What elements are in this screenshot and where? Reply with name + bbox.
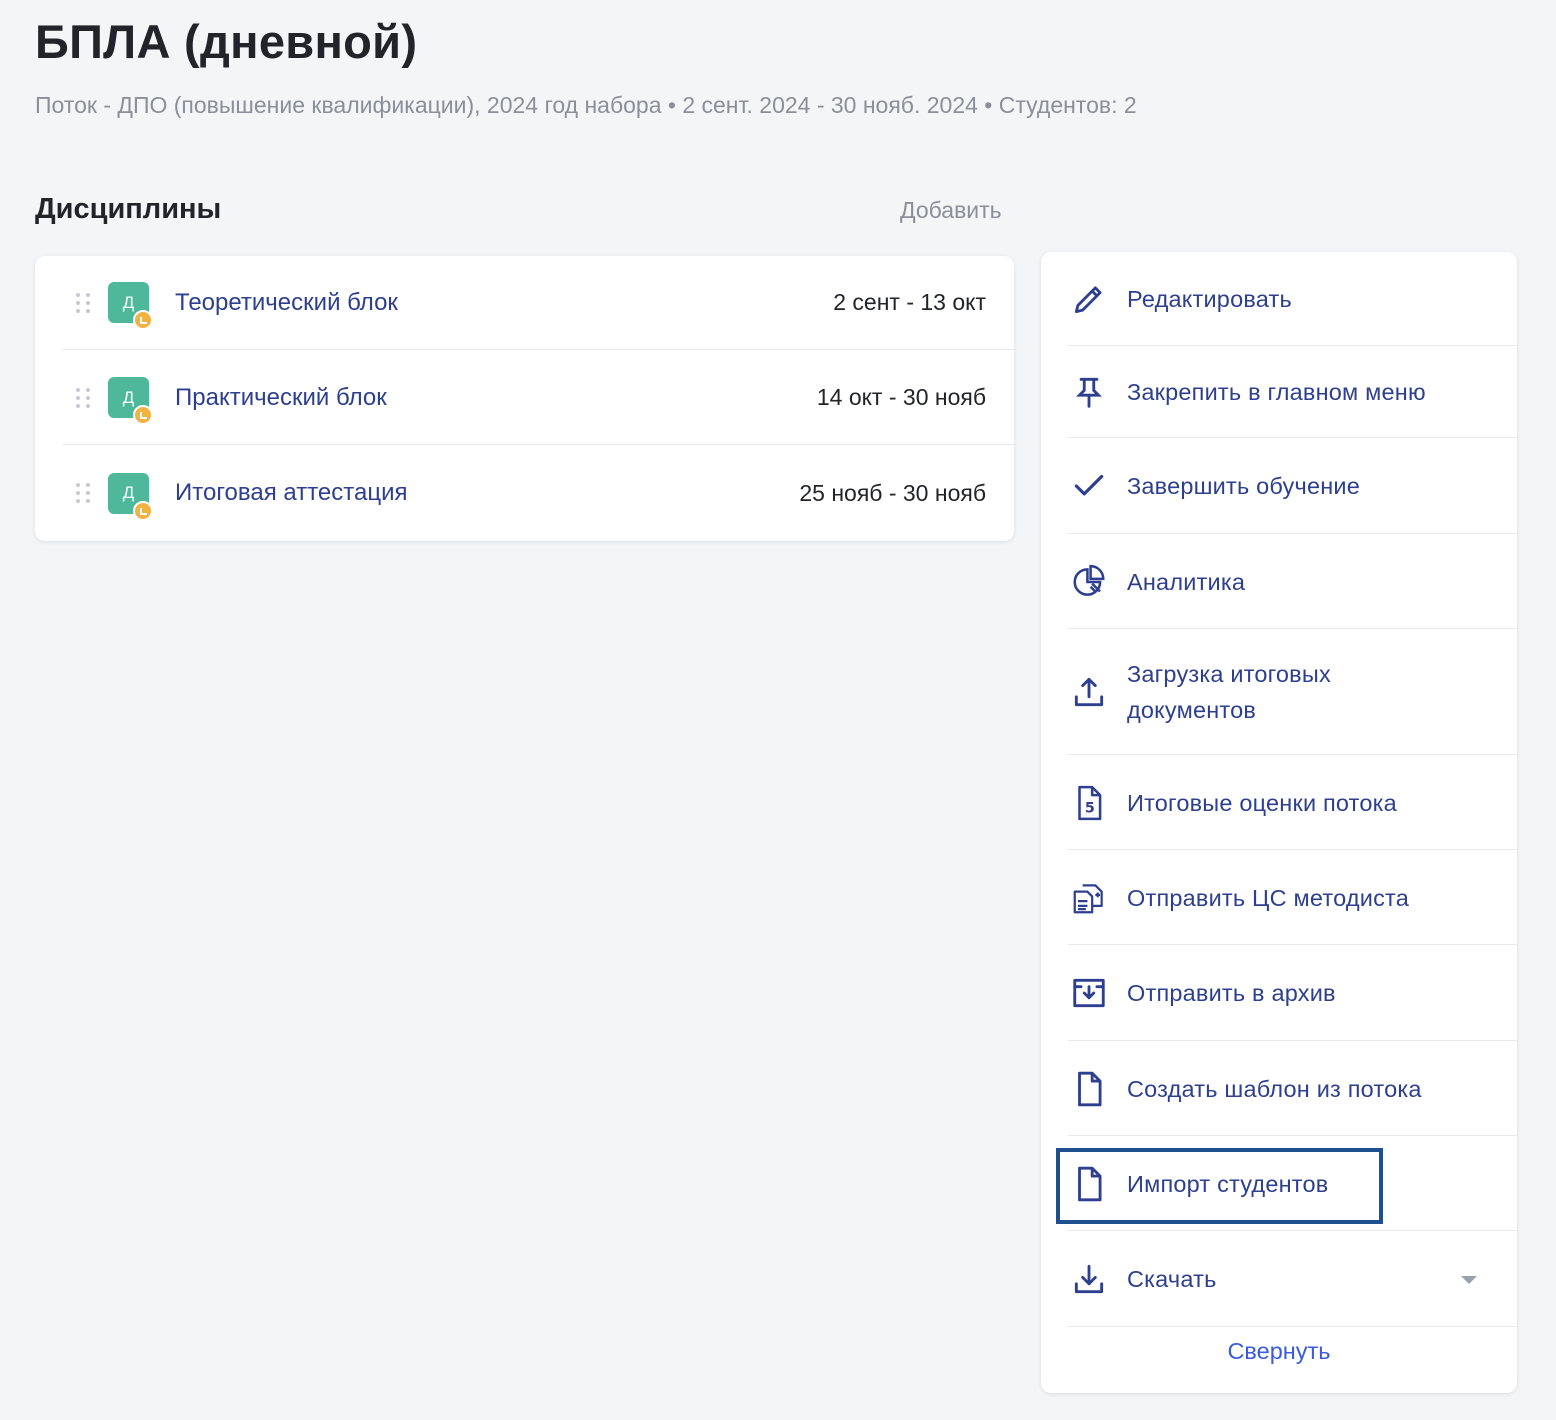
download-dropdown[interactable]: Скачать xyxy=(1068,1232,1517,1327)
clock-badge-icon xyxy=(133,500,153,521)
drag-handle-icon[interactable] xyxy=(76,291,90,315)
pin-icon xyxy=(1068,371,1110,413)
discipline-row-final[interactable]: Д Итоговая аттестация 25 нояб - 30 нояб xyxy=(62,446,1014,540)
discipline-row-practice[interactable]: Д Практический блок 14 окт - 30 нояб xyxy=(62,351,1014,445)
pie-chart-icon xyxy=(1068,561,1110,603)
archive-icon xyxy=(1068,972,1110,1014)
discipline-row-theory[interactable]: Д Теоретический блок 2 сент - 13 окт xyxy=(62,256,1014,350)
send-to-archive-button[interactable]: Отправить в архив xyxy=(1068,946,1517,1041)
import-students-button[interactable]: Импорт студентов xyxy=(1068,1137,1517,1231)
disciplines-list: Д Теоретический блок 2 сент - 13 окт Д П… xyxy=(35,256,1014,541)
discipline-badge: Д xyxy=(108,377,153,425)
file-icon xyxy=(1068,1068,1110,1110)
disciplines-title: Дисциплины xyxy=(35,193,222,225)
collapse-button[interactable]: Свернуть xyxy=(1041,1338,1517,1365)
clock-badge-icon xyxy=(133,310,153,330)
discipline-badge: Д xyxy=(108,282,153,330)
svg-text:5: 5 xyxy=(1085,800,1095,816)
upload-final-documents-button[interactable]: Загрузка итоговых документов xyxy=(1068,630,1517,755)
send-documents-icon xyxy=(1068,877,1110,919)
checkmark-icon xyxy=(1068,465,1110,507)
chevron-down-icon[interactable] xyxy=(1461,1276,1477,1284)
create-template-button[interactable]: Создать шаблон из потока xyxy=(1068,1042,1517,1136)
add-discipline-button[interactable]: Добавить xyxy=(900,197,1002,224)
discipline-dates: 14 окт - 30 нояб xyxy=(816,384,986,410)
grade-document-icon: 5 xyxy=(1068,782,1110,824)
discipline-name[interactable]: Итоговая аттестация xyxy=(175,479,408,507)
final-grades-button[interactable]: 5 Итоговые оценки потока xyxy=(1068,756,1517,850)
discipline-name[interactable]: Практический блок xyxy=(175,384,387,412)
edit-button[interactable]: Редактировать xyxy=(1068,252,1517,346)
discipline-badge: Д xyxy=(108,472,153,521)
page: БПЛА (дневной) Поток - ДПО (повышение кв… xyxy=(0,0,1556,1420)
finish-training-button[interactable]: Завершить обучение xyxy=(1068,439,1517,534)
pencil-icon xyxy=(1068,278,1110,320)
discipline-dates: 25 нояб - 30 нояб xyxy=(799,479,986,506)
file-icon xyxy=(1068,1163,1110,1205)
discipline-dates: 2 сент - 13 окт xyxy=(833,289,986,315)
discipline-name[interactable]: Теоретический блок xyxy=(175,289,398,317)
drag-handle-icon[interactable] xyxy=(76,481,90,505)
drag-handle-icon[interactable] xyxy=(76,386,90,410)
analytics-button[interactable]: Аналитика xyxy=(1068,535,1517,629)
pin-to-menu-button[interactable]: Закрепить в главном меню xyxy=(1068,347,1517,438)
upload-icon xyxy=(1068,671,1110,713)
download-icon xyxy=(1068,1258,1110,1300)
send-to-methodist-button[interactable]: Отправить ЦС методиста xyxy=(1068,851,1517,945)
clock-badge-icon xyxy=(133,405,153,425)
actions-panel: Редактировать Закрепить в главном меню З… xyxy=(1041,252,1517,1393)
stream-meta: Поток - ДПО (повышение квалификации), 20… xyxy=(35,92,1137,118)
page-title: БПЛА (дневной) xyxy=(35,15,418,68)
